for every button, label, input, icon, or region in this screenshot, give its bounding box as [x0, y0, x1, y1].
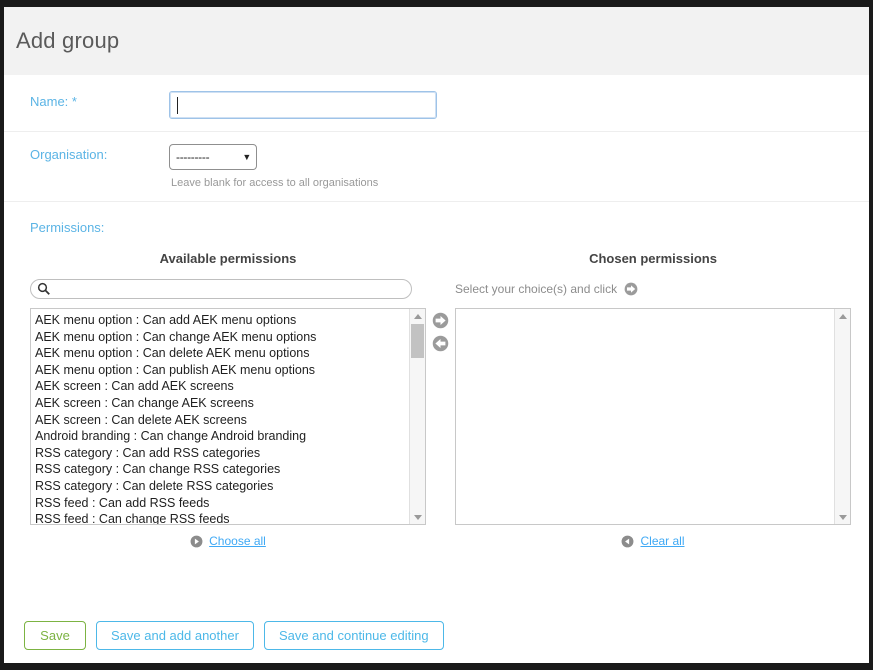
- list-item[interactable]: Android branding : Can change Android br…: [35, 428, 409, 445]
- transfer-buttons: [426, 251, 455, 548]
- chosen-permissions-list[interactable]: [455, 308, 851, 525]
- scroll-down-icon[interactable]: [410, 510, 425, 524]
- chosen-list-items[interactable]: [456, 309, 834, 524]
- form-body: Name: * Organisation: --------- ▼ Leave …: [4, 75, 869, 548]
- list-item[interactable]: AEK menu option : Can change AEK menu op…: [35, 329, 409, 346]
- arrow-right-circle-icon: [624, 282, 638, 296]
- text-caret: [177, 97, 178, 114]
- available-permissions-column: Available permissions AEK menu option : …: [30, 251, 426, 548]
- chosen-permissions-column: Chosen permissions Select your choice(s)…: [455, 251, 851, 548]
- name-control: [169, 91, 869, 119]
- form-row-organisation: Organisation: --------- ▼ Leave blank fo…: [4, 132, 869, 202]
- chosen-helper-text: Select your choice(s) and click: [455, 282, 618, 296]
- permissions-section: Permissions: Available permissions AEK m…: [4, 202, 869, 548]
- list-item[interactable]: AEK screen : Can delete AEK screens: [35, 412, 409, 429]
- browser-frame: Add group Name: * Organisation: --------…: [0, 0, 873, 670]
- list-item[interactable]: AEK screen : Can add AEK screens: [35, 378, 409, 395]
- organisation-selected-value: ---------: [176, 150, 210, 164]
- list-item[interactable]: RSS category : Can change RSS categories: [35, 461, 409, 478]
- form-actions: Save Save and add another Save and conti…: [4, 607, 869, 663]
- organisation-label: Organisation:: [30, 147, 108, 162]
- list-item[interactable]: RSS category : Can delete RSS categories: [35, 478, 409, 495]
- list-item[interactable]: AEK menu option : Can add AEK menu optio…: [35, 312, 409, 329]
- scroll-down-icon[interactable]: [835, 510, 850, 524]
- organisation-control: --------- ▼ Leave blank for access to al…: [169, 144, 869, 189]
- page-content: Add group Name: * Organisation: --------…: [4, 7, 869, 663]
- form-row-name: Name: *: [4, 75, 869, 132]
- list-item[interactable]: AEK menu option : Can publish AEK menu o…: [35, 362, 409, 379]
- page-header: Add group: [4, 7, 869, 75]
- arrow-left-circle-icon[interactable]: [621, 535, 634, 548]
- choose-all-link[interactable]: Choose all: [209, 534, 266, 548]
- list-item[interactable]: AEK screen : Can change AEK screens: [35, 395, 409, 412]
- list-item[interactable]: RSS feed : Can add RSS feeds: [35, 495, 409, 512]
- available-search-wrap: [30, 279, 412, 299]
- name-label: Name: *: [30, 94, 77, 109]
- permissions-columns: Available permissions AEK menu option : …: [4, 251, 869, 548]
- available-permissions-list[interactable]: AEK menu option : Can add AEK menu optio…: [30, 308, 426, 525]
- available-list-scrollbar[interactable]: [409, 309, 425, 524]
- remove-selected-button-icon[interactable]: [432, 335, 449, 352]
- clear-all-row: Clear all: [455, 534, 851, 548]
- chosen-helper-line: Select your choice(s) and click: [455, 279, 851, 299]
- scroll-up-icon[interactable]: [410, 309, 425, 323]
- save-button[interactable]: Save: [24, 620, 86, 650]
- chosen-permissions-heading: Chosen permissions: [589, 251, 717, 266]
- name-input[interactable]: [169, 91, 437, 119]
- chosen-list-scrollbar[interactable]: [834, 309, 850, 524]
- page-title: Add group: [16, 28, 120, 53]
- organisation-help-text: Leave blank for access to all organisati…: [171, 177, 379, 189]
- save-and-continue-editing-button[interactable]: Save and continue editing: [263, 620, 444, 650]
- available-search-input[interactable]: [30, 279, 412, 299]
- list-item[interactable]: AEK menu option : Can delete AEK menu op…: [35, 345, 409, 362]
- list-item[interactable]: RSS feed : Can change RSS feeds: [35, 511, 409, 524]
- name-input-wrap: [169, 91, 437, 119]
- scroll-up-icon[interactable]: [835, 309, 850, 323]
- choose-all-row: Choose all: [30, 534, 426, 548]
- permissions-label: Permissions:: [30, 220, 105, 235]
- available-permissions-heading: Available permissions: [159, 251, 297, 266]
- save-and-add-another-button[interactable]: Save and add another: [96, 620, 254, 650]
- available-list-items[interactable]: AEK menu option : Can add AEK menu optio…: [31, 309, 409, 524]
- arrow-right-circle-icon[interactable]: [190, 535, 203, 548]
- organisation-select[interactable]: --------- ▼: [169, 144, 257, 170]
- clear-all-link[interactable]: Clear all: [640, 534, 684, 548]
- add-selected-button-icon[interactable]: [432, 312, 449, 329]
- scrollbar-thumb[interactable]: [411, 324, 424, 358]
- list-item[interactable]: RSS category : Can add RSS categories: [35, 445, 409, 462]
- chevron-down-icon: ▼: [242, 151, 251, 162]
